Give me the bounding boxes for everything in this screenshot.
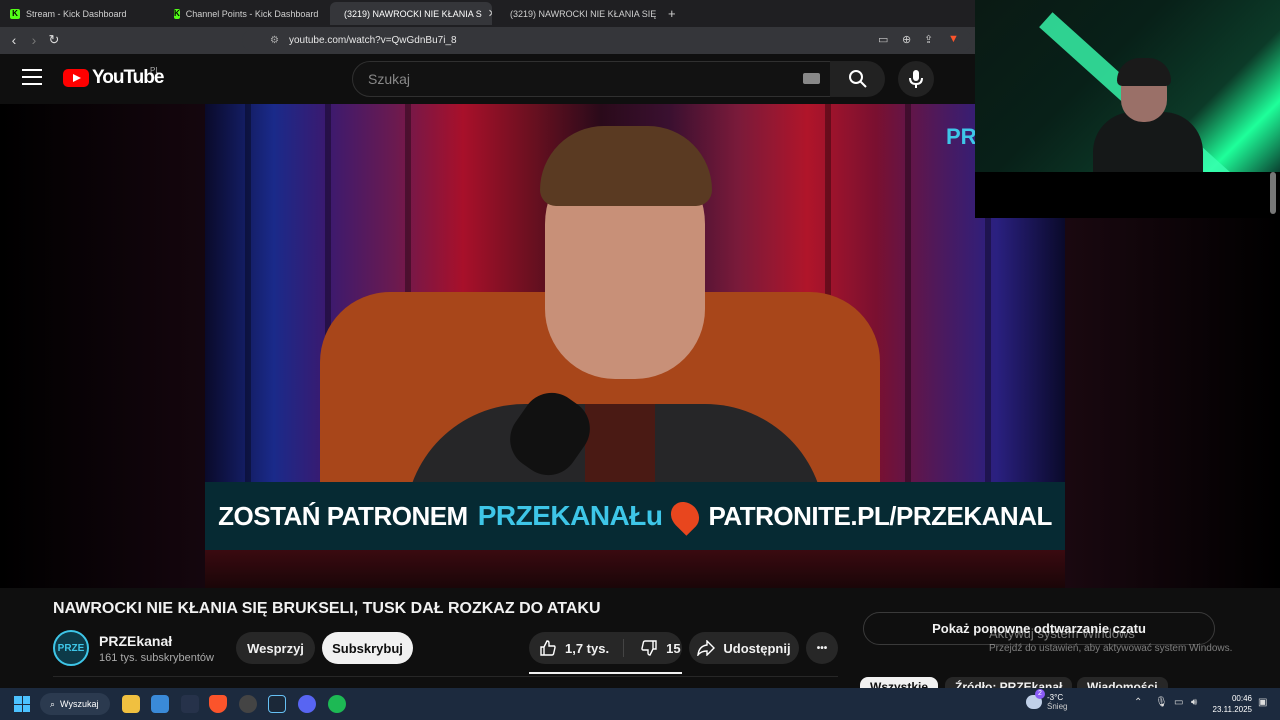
like-focus-underline [529, 672, 682, 674]
back-arrow-icon[interactable]: ‹ [6, 32, 22, 48]
tab-label: Channel Points - Kick Dashboard [185, 8, 319, 19]
windows-taskbar: ⌕ Wyszukaj 2 -3°C Śnieg ⌃ 🎙︎ ▭ 🔊︎ 00:46 … [0, 688, 1280, 720]
divider [53, 676, 838, 677]
subscriber-count: 161 tys. subskrybentów [99, 652, 214, 664]
kick-icon: K [10, 8, 20, 19]
zoom-icon[interactable]: ⊕ [902, 33, 911, 46]
host-hair [540, 126, 712, 206]
thumbs-up-icon [540, 640, 556, 656]
obs-icon[interactable] [239, 695, 257, 713]
dislike-count: 15 [666, 640, 681, 656]
search-icon: ⌕ [50, 698, 56, 709]
tab-label: Stream - Kick Dashboard [26, 8, 127, 19]
thumbs-down-icon [641, 640, 657, 656]
weather-description: Śnieg [1047, 702, 1068, 711]
like-count: 1,7 tys. [565, 640, 610, 656]
snow-cloud-icon: 2 [1026, 689, 1045, 709]
subscribe-button[interactable]: Subskrybuj [322, 632, 413, 664]
support-button[interactable]: Wesprzyj [236, 632, 315, 664]
youtube-logo[interactable]: YouTube [63, 67, 164, 89]
banner-right-text: PATRONITE.PL/PRZEKANAL [708, 500, 1052, 531]
weather-badge: 2 [1035, 689, 1045, 699]
close-icon[interactable]: ✕ [488, 7, 492, 20]
player-backdrop-left [0, 104, 205, 588]
windows-activation-title: Aktywuj system Windows [989, 626, 1135, 641]
brave-browser-icon[interactable] [209, 695, 227, 713]
region-code: PL [150, 66, 160, 75]
brave-shield-icon[interactable]: ▼ [948, 33, 959, 45]
share-icon [697, 640, 716, 656]
like-button[interactable]: 1,7 tys. [539, 639, 625, 657]
taskbar-clock[interactable]: 00:46 23.11.2025 [1208, 693, 1252, 715]
kick-icon: K [174, 8, 180, 19]
video-info-section: NAWROCKI NIE KŁANIA SIĘ BRUKSELI, TUSK D… [0, 588, 1280, 699]
steam-icon[interactable] [268, 695, 286, 713]
start-icon[interactable] [14, 696, 30, 712]
weather-temperature: -3°C [1047, 693, 1064, 702]
channel-avatar[interactable]: PRZE [53, 630, 89, 666]
discord-icon[interactable] [298, 695, 316, 713]
banner-brand-text: PRZEKANAŁu [477, 500, 663, 531]
tab-stream-kick-dashboard[interactable]: K Stream - Kick Dashboard [2, 2, 162, 25]
url-text: youtube.com/watch?v=QwGdnBu7i_8 [288, 35, 457, 46]
page-scrollbar[interactable] [1270, 172, 1276, 214]
network-icon[interactable]: ▭ [1174, 697, 1183, 708]
weather-widget[interactable]: 2 -3°C Śnieg [1026, 689, 1068, 711]
youtube-play-icon [63, 69, 89, 87]
tab-youtube-active[interactable]: (3219) NAWROCKI NIE KŁANIA S ✕ [330, 2, 492, 25]
dislike-button[interactable]: 15 [640, 639, 681, 657]
voice-search-button[interactable] [898, 61, 934, 97]
microphone-icon [909, 70, 923, 88]
taskbar-search-label: Wyszukaj [60, 699, 99, 709]
share-page-icon[interactable]: ⇪ [924, 33, 933, 46]
channel-name[interactable]: PRZEkanał [99, 633, 172, 649]
search-input[interactable]: Szukaj [352, 61, 832, 97]
spotify-icon[interactable] [328, 695, 346, 713]
clock-time: 00:46 [1231, 694, 1252, 703]
webcam-underlay [975, 172, 1280, 218]
banner-left-text: ZOSTAŃ PATRONEM [218, 500, 468, 531]
photos-icon[interactable] [151, 695, 169, 713]
new-tab-button[interactable]: + [660, 2, 680, 25]
microphone-tray-icon[interactable]: 🎙︎ [1155, 697, 1168, 708]
curtain-fold [245, 104, 251, 484]
address-bar[interactable]: ⚙ youtube.com/watch?v=QwGdnBu7i_8 [242, 30, 972, 51]
video-title: NAWROCKI NIE KŁANIA SIĘ BRUKSELI, TUSK D… [53, 600, 601, 617]
search-icon [848, 70, 867, 88]
tab-label: (3219) NAWROCKI NIE KŁANIA S [344, 8, 482, 19]
search-button[interactable] [830, 61, 885, 97]
banner-underlay [205, 550, 1065, 588]
like-dislike-group: 1,7 tys. 15 [529, 632, 682, 664]
windows-activation-subtitle: Przejdź do ustawień, aby aktywować syste… [989, 643, 1233, 654]
patronite-logo-icon [665, 496, 706, 536]
site-info-icon[interactable]: ⚙ [270, 35, 279, 46]
file-explorer-icon[interactable] [122, 695, 140, 713]
streamer-hair [1117, 58, 1171, 86]
chevron-up-icon[interactable]: ⌃ [1134, 697, 1142, 708]
curtain-fold [905, 104, 911, 484]
taskbar-app-icon[interactable] [181, 695, 199, 713]
cast-icon[interactable]: ▭ [878, 33, 888, 46]
more-actions-button[interactable]: ••• [806, 632, 838, 664]
tab-youtube-2[interactable]: (3219) NAWROCKI NIE KŁANIA SIĘ BI [496, 2, 656, 25]
tab-channel-points[interactable]: K Channel Points - Kick Dashboard [166, 2, 326, 25]
patronite-banner: ZOSTAŃ PATRONEM PRZEKANAŁu PATRONITE.PL/… [205, 482, 1065, 550]
video-frame[interactable]: ZOSTAŃ PATRONEM PRZEKANAŁu PATRONITE.PL/… [205, 104, 1065, 588]
forward-arrow-icon[interactable]: › [26, 32, 42, 48]
menu-icon[interactable] [22, 69, 42, 87]
clock-date: 23.11.2025 [1212, 705, 1252, 714]
taskbar-search[interactable]: ⌕ Wyszukaj [40, 693, 110, 715]
share-label: Udostępnij [723, 640, 791, 656]
webcam-overlay [975, 0, 1280, 172]
notification-icon[interactable]: ▣ [1258, 697, 1267, 708]
keyboard-icon[interactable] [803, 73, 820, 84]
share-button[interactable]: Udostępnij [689, 632, 799, 664]
tab-label: (3219) NAWROCKI NIE KŁANIA SIĘ BI [510, 8, 656, 19]
volume-icon[interactable]: 🔊︎ [1191, 697, 1197, 708]
reload-icon[interactable]: ↻ [46, 32, 62, 48]
